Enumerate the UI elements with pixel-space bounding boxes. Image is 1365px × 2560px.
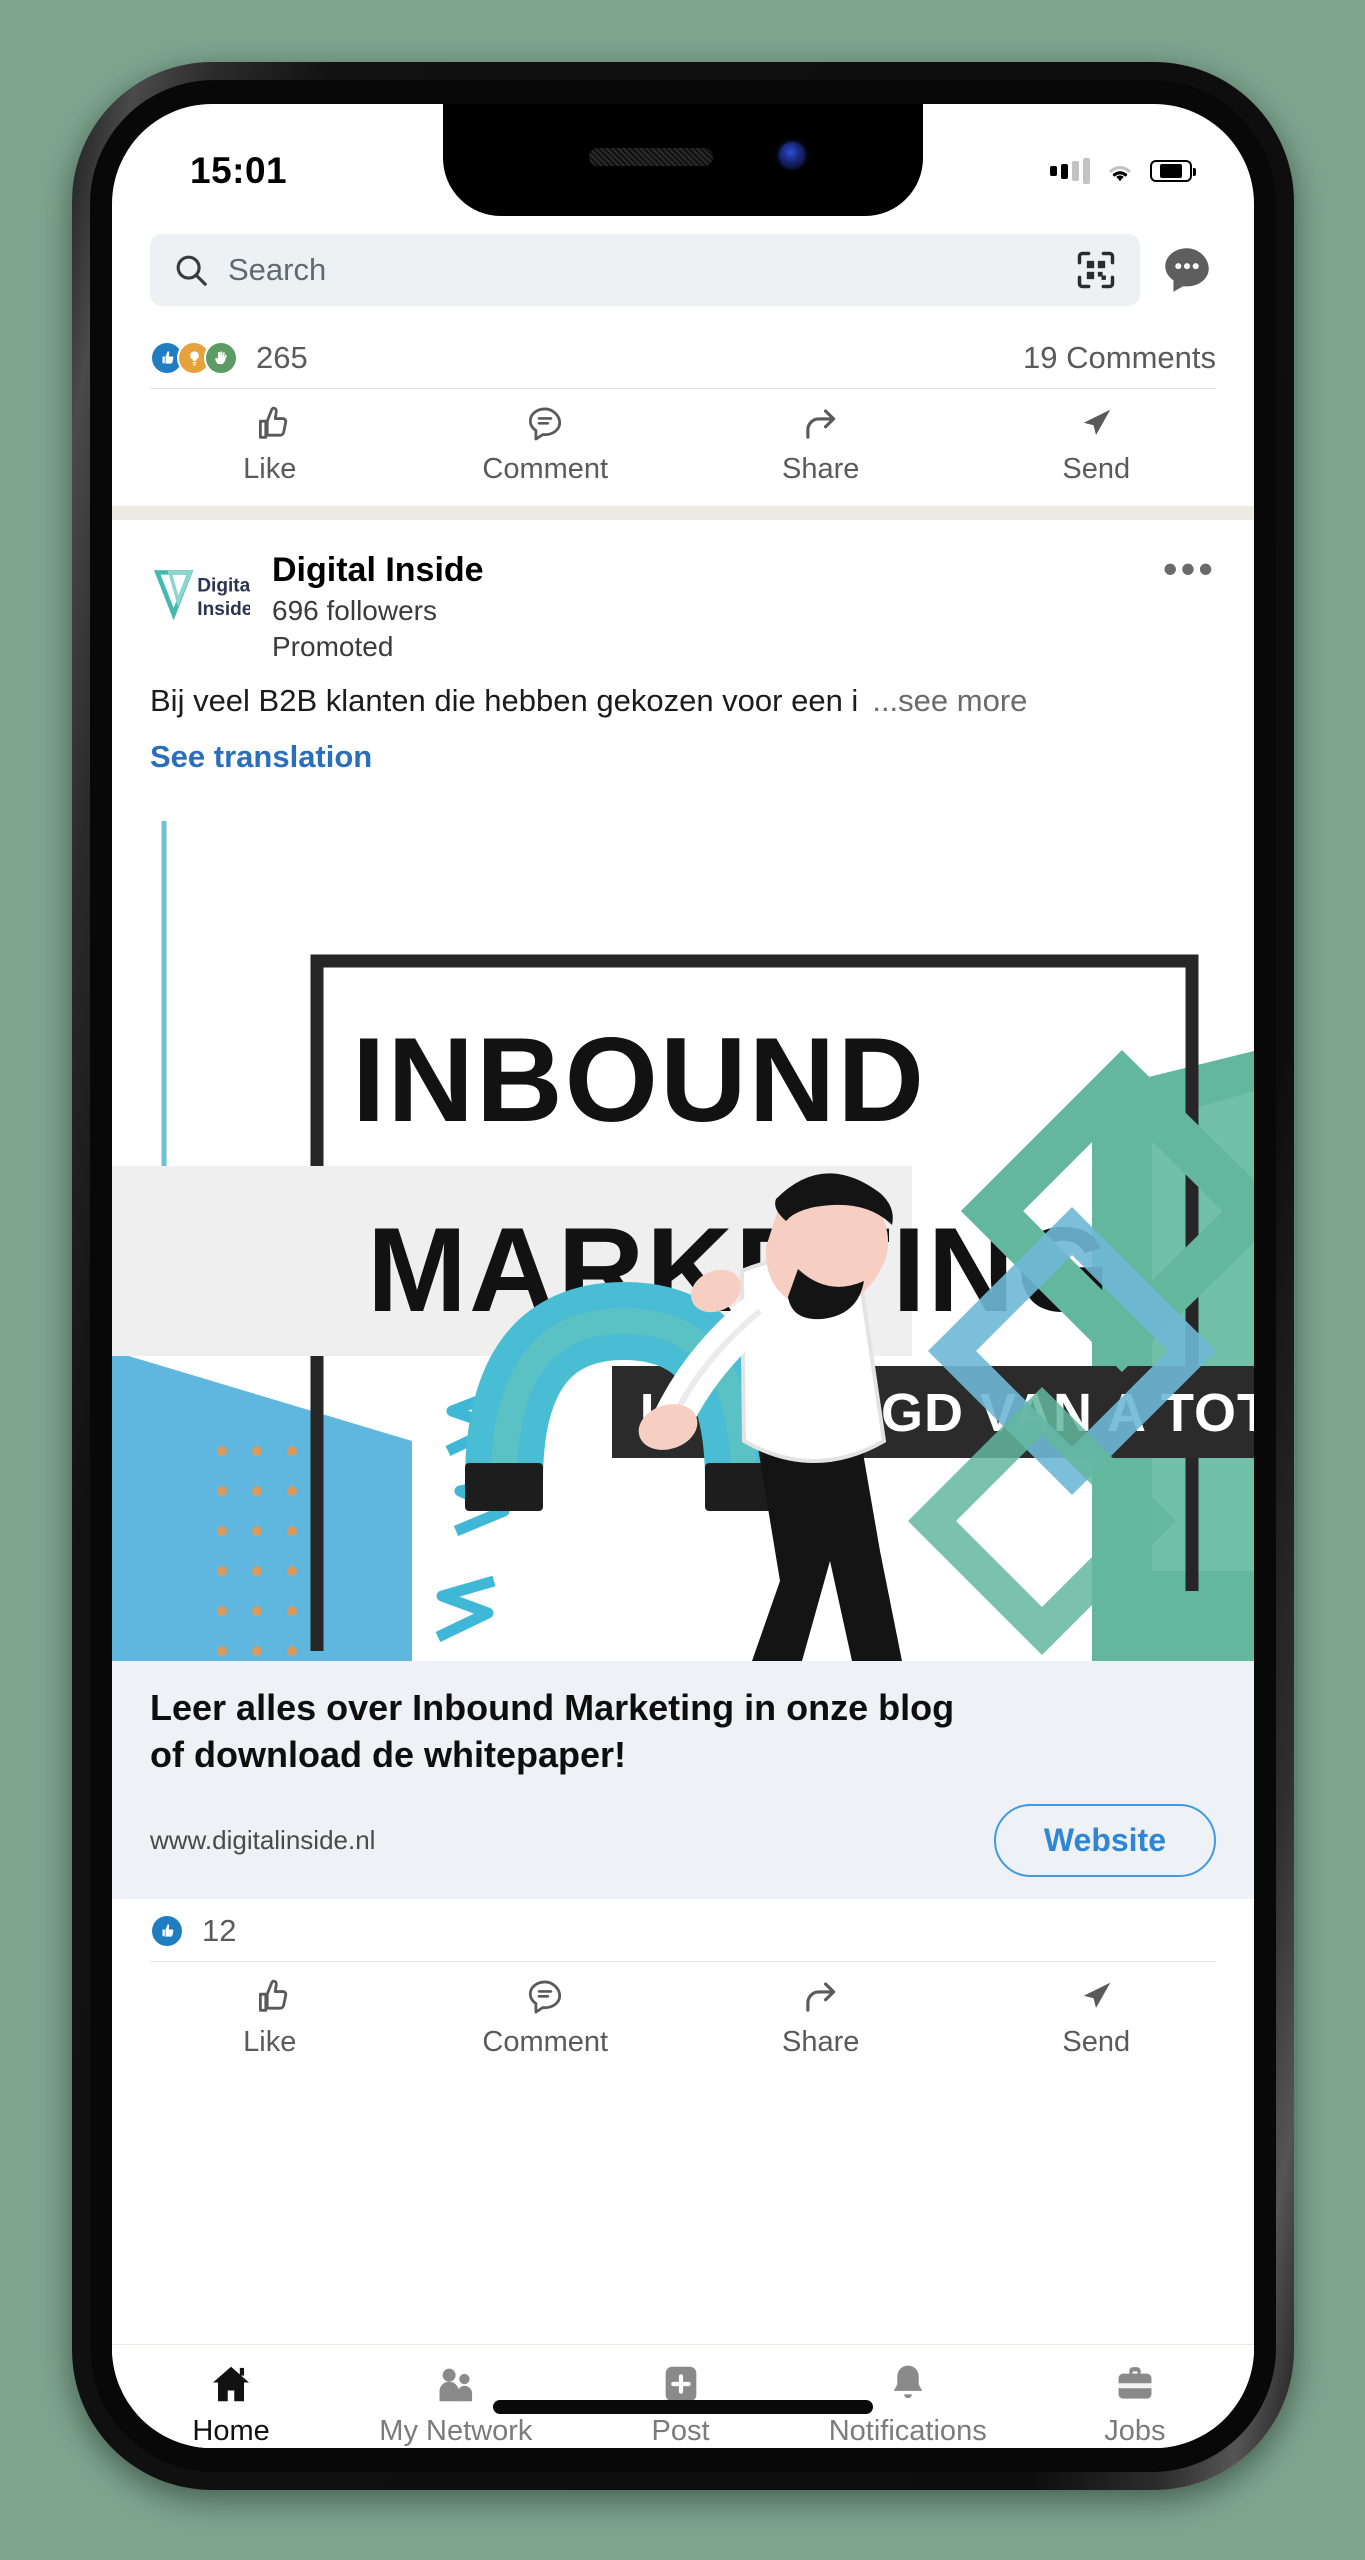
comment-label: Comment	[482, 453, 609, 485]
share-label: Share	[782, 453, 860, 485]
overflow-menu-icon[interactable]: •••	[1163, 546, 1216, 589]
comment-bubble-icon	[524, 403, 566, 445]
nav-item-jobs[interactable]: Jobs	[1065, 2361, 1205, 2448]
comment-button[interactable]: Comment	[470, 1976, 620, 2059]
send-button[interactable]: Send	[1021, 403, 1171, 486]
svg-text:Inside: Inside	[197, 599, 250, 620]
bell-icon	[885, 2361, 931, 2407]
action-bar-top: Like Comment Share Send	[112, 389, 1254, 506]
notch	[443, 104, 923, 216]
reaction-icon-group-bottom	[150, 1914, 184, 1949]
bottom-navigation: Home My Network Post Notifications Jobs	[112, 2344, 1254, 2448]
caption-line-1: Leer alles over Inbound Marketing in onz…	[150, 1686, 955, 1728]
like-button[interactable]: Like	[195, 1976, 345, 2059]
reaction-count: 265	[256, 340, 308, 375]
share-arrow-icon	[800, 1976, 842, 2018]
thumbs-up-icon	[249, 403, 291, 445]
reaction-summary-row-top: 265 19 Comments	[112, 326, 1254, 388]
clap-reaction-icon	[204, 341, 238, 375]
see-translation-link[interactable]: See translation	[112, 723, 1254, 791]
reaction-summary-row-bottom: 12	[112, 1899, 1254, 1962]
post-text-wrap: Bij veel B2B klanten die hebben gekozen …	[112, 673, 1254, 723]
status-icons	[1050, 158, 1196, 184]
company-name[interactable]: Digital Inside	[272, 550, 1141, 591]
phone-screen: 15:01 Search 265 19 Comments Like Commen…	[112, 104, 1254, 2448]
share-button[interactable]: Share	[746, 403, 896, 486]
like-label: Like	[243, 2026, 297, 2059]
home-icon	[208, 2361, 254, 2407]
search-placeholder: Search	[228, 252, 327, 287]
feed-separator	[112, 506, 1254, 520]
messaging-bubble-icon[interactable]	[1158, 241, 1216, 299]
battery-icon	[1150, 160, 1196, 182]
send-button[interactable]: Send	[1021, 1976, 1171, 2059]
share-label: Share	[782, 2026, 860, 2059]
comment-label: Comment	[482, 2026, 609, 2059]
ad-caption[interactable]: Leer alles over Inbound Marketing in onz…	[112, 1660, 1254, 1900]
digital-inside-logo[interactable]: Digital Inside	[150, 546, 250, 646]
nav-label-notifications: Notifications	[828, 2415, 987, 2447]
front-camera-icon	[779, 142, 805, 168]
phone-frame: 15:01 Search 265 19 Comments Like Commen…	[72, 62, 1294, 2490]
status-time: 15:01	[190, 150, 288, 191]
linkedin-app: Search 265 19 Comments Like Comment Shar…	[112, 216, 1254, 2448]
reaction-summary[interactable]: 265	[150, 340, 308, 376]
send-paper-plane-icon	[1075, 1976, 1117, 2018]
share-button[interactable]: Share	[746, 1976, 896, 2059]
post-meta: Digital Inside 696 followers Promoted	[272, 546, 1141, 663]
reaction-count-bottom: 12	[202, 1913, 237, 1949]
briefcase-icon	[1112, 2361, 1158, 2407]
nav-label-home: Home	[192, 2415, 270, 2447]
reaction-summary-bottom[interactable]: 12	[150, 1913, 236, 1949]
qr-scan-icon[interactable]	[1074, 248, 1118, 292]
follower-count: 696 followers	[272, 594, 437, 626]
search-icon	[172, 251, 210, 289]
send-label: Send	[1062, 453, 1131, 485]
thumbs-up-icon	[249, 1976, 291, 2018]
share-arrow-icon	[800, 403, 842, 445]
ad-creative-image[interactable]: INBOUND MARKETING UITGELEGD VAN A TOT Z	[112, 790, 1254, 1661]
post-header: Digital Inside Digital Inside 696 follow…	[112, 520, 1254, 673]
home-indicator[interactable]	[493, 2400, 873, 2414]
nav-label-my-network: My Network	[379, 2415, 533, 2447]
nav-item-home[interactable]: Home	[161, 2361, 301, 2448]
action-bar-bottom: Like Comment Share Send	[112, 1962, 1254, 2080]
like-label: Like	[243, 453, 297, 485]
earpiece-speaker-icon	[589, 148, 713, 166]
comment-bubble-icon	[524, 1976, 566, 2018]
reaction-icon-group	[150, 341, 238, 375]
comment-button[interactable]: Comment	[470, 403, 620, 486]
post-text: Bij veel B2B klanten die hebben gekozen …	[150, 682, 859, 718]
see-more-link[interactable]: ...see more	[872, 683, 1027, 719]
send-paper-plane-icon	[1075, 403, 1117, 445]
svg-text:Digital: Digital	[197, 575, 250, 596]
cellular-signal-icon	[1050, 158, 1090, 184]
top-bar: Search	[112, 216, 1254, 326]
promoted-label: Promoted	[272, 630, 394, 662]
search-input[interactable]: Search	[150, 234, 1140, 306]
website-cta-button[interactable]: Website	[993, 1804, 1216, 1878]
thumbs-up-reaction-icon	[150, 1914, 184, 1949]
nav-label-post: Post	[651, 2415, 710, 2447]
ad-url: www.digitalinside.nl	[150, 1825, 376, 1856]
my-network-icon	[433, 2361, 479, 2407]
send-label: Send	[1062, 2026, 1131, 2059]
comment-count[interactable]: 19 Comments	[1023, 340, 1216, 376]
creative-headline-line1: INBOUND	[352, 1013, 926, 1147]
caption-line-2: of download de whitepaper!	[150, 1733, 626, 1775]
wifi-icon	[1105, 159, 1135, 183]
nav-label-jobs: Jobs	[1104, 2415, 1166, 2447]
like-button[interactable]: Like	[195, 403, 345, 486]
